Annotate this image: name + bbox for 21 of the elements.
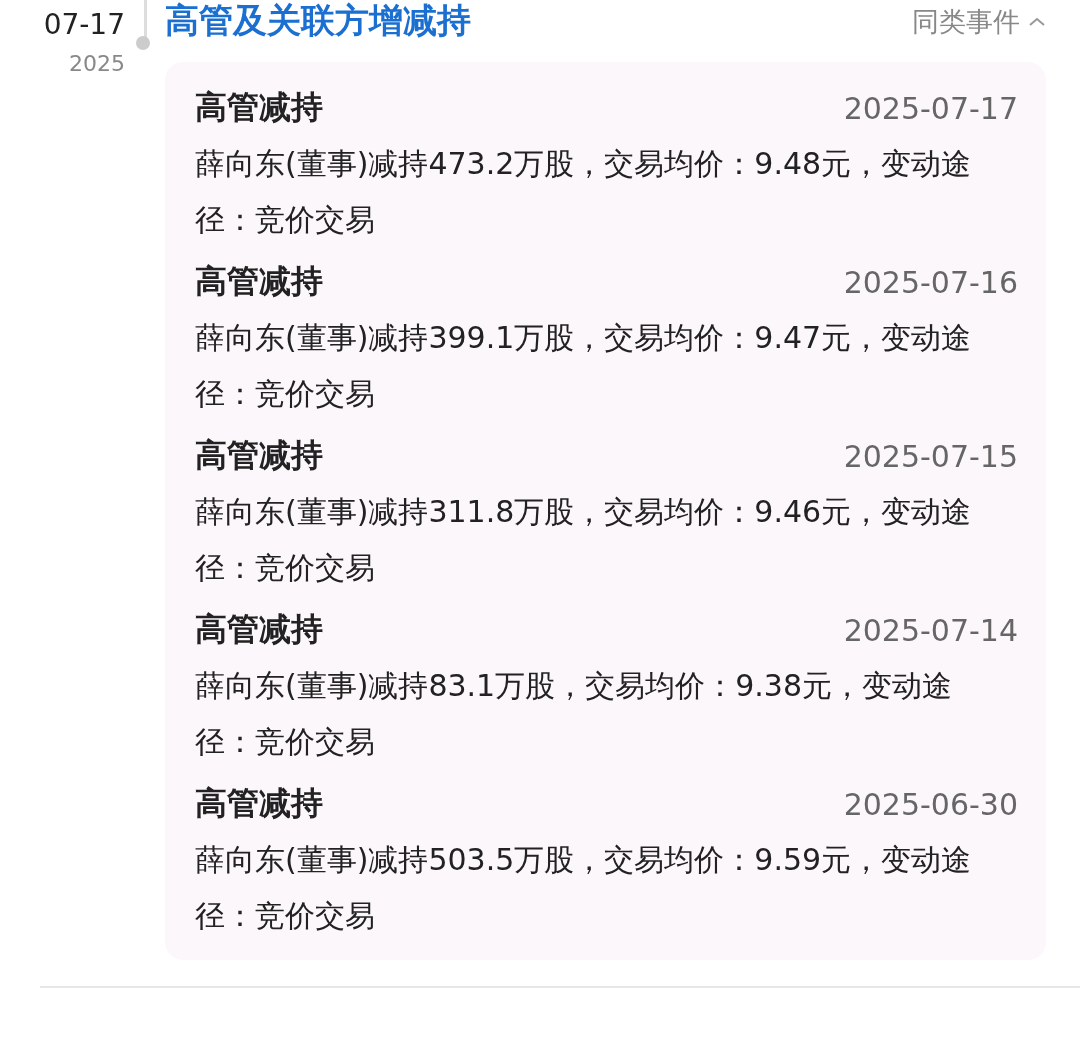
record-type: 高管减持 [195, 87, 323, 128]
event-title[interactable]: 高管及关联方增减持 [165, 0, 471, 40]
record-type: 高管减持 [195, 609, 323, 650]
record-detail: 薛向东(董事)减持503.5万股，交易均价：9.59元，变动途径：竞价交易 [195, 841, 973, 935]
record-type: 高管减持 [195, 783, 323, 824]
record-detail: 薛向东(董事)减持399.1万股，交易均价：9.47元，变动途径：竞价交易 [195, 319, 973, 413]
timeline-dot [136, 36, 150, 50]
chevron-icon [1028, 16, 1046, 28]
record-type: 高管减持 [195, 435, 323, 476]
record-detail: 薛向东(董事)减持83.1万股，交易均价：9.38元，变动途径：竞价交易 [195, 667, 953, 761]
event-date: 07-17 [43, 8, 125, 41]
record-detail: 薛向东(董事)减持473.2万股，交易均价：9.48元，变动途径：竞价交易 [195, 145, 973, 239]
similar-events-button[interactable]: 同类事件 [912, 0, 1046, 44]
record-date: 2025-07-15 [843, 438, 1018, 474]
record-date: 2025-06-30 [843, 786, 1018, 822]
event-year: 2025 [69, 51, 125, 76]
record-date: 2025-07-16 [843, 264, 1018, 300]
record-type: 高管减持 [195, 261, 323, 302]
record-date: 2025-07-17 [843, 90, 1018, 126]
record-detail: 薛向东(董事)减持311.8万股，交易均价：9.46元，变动途径：竞价交易 [195, 493, 973, 587]
record-date: 2025-07-14 [843, 612, 1018, 648]
